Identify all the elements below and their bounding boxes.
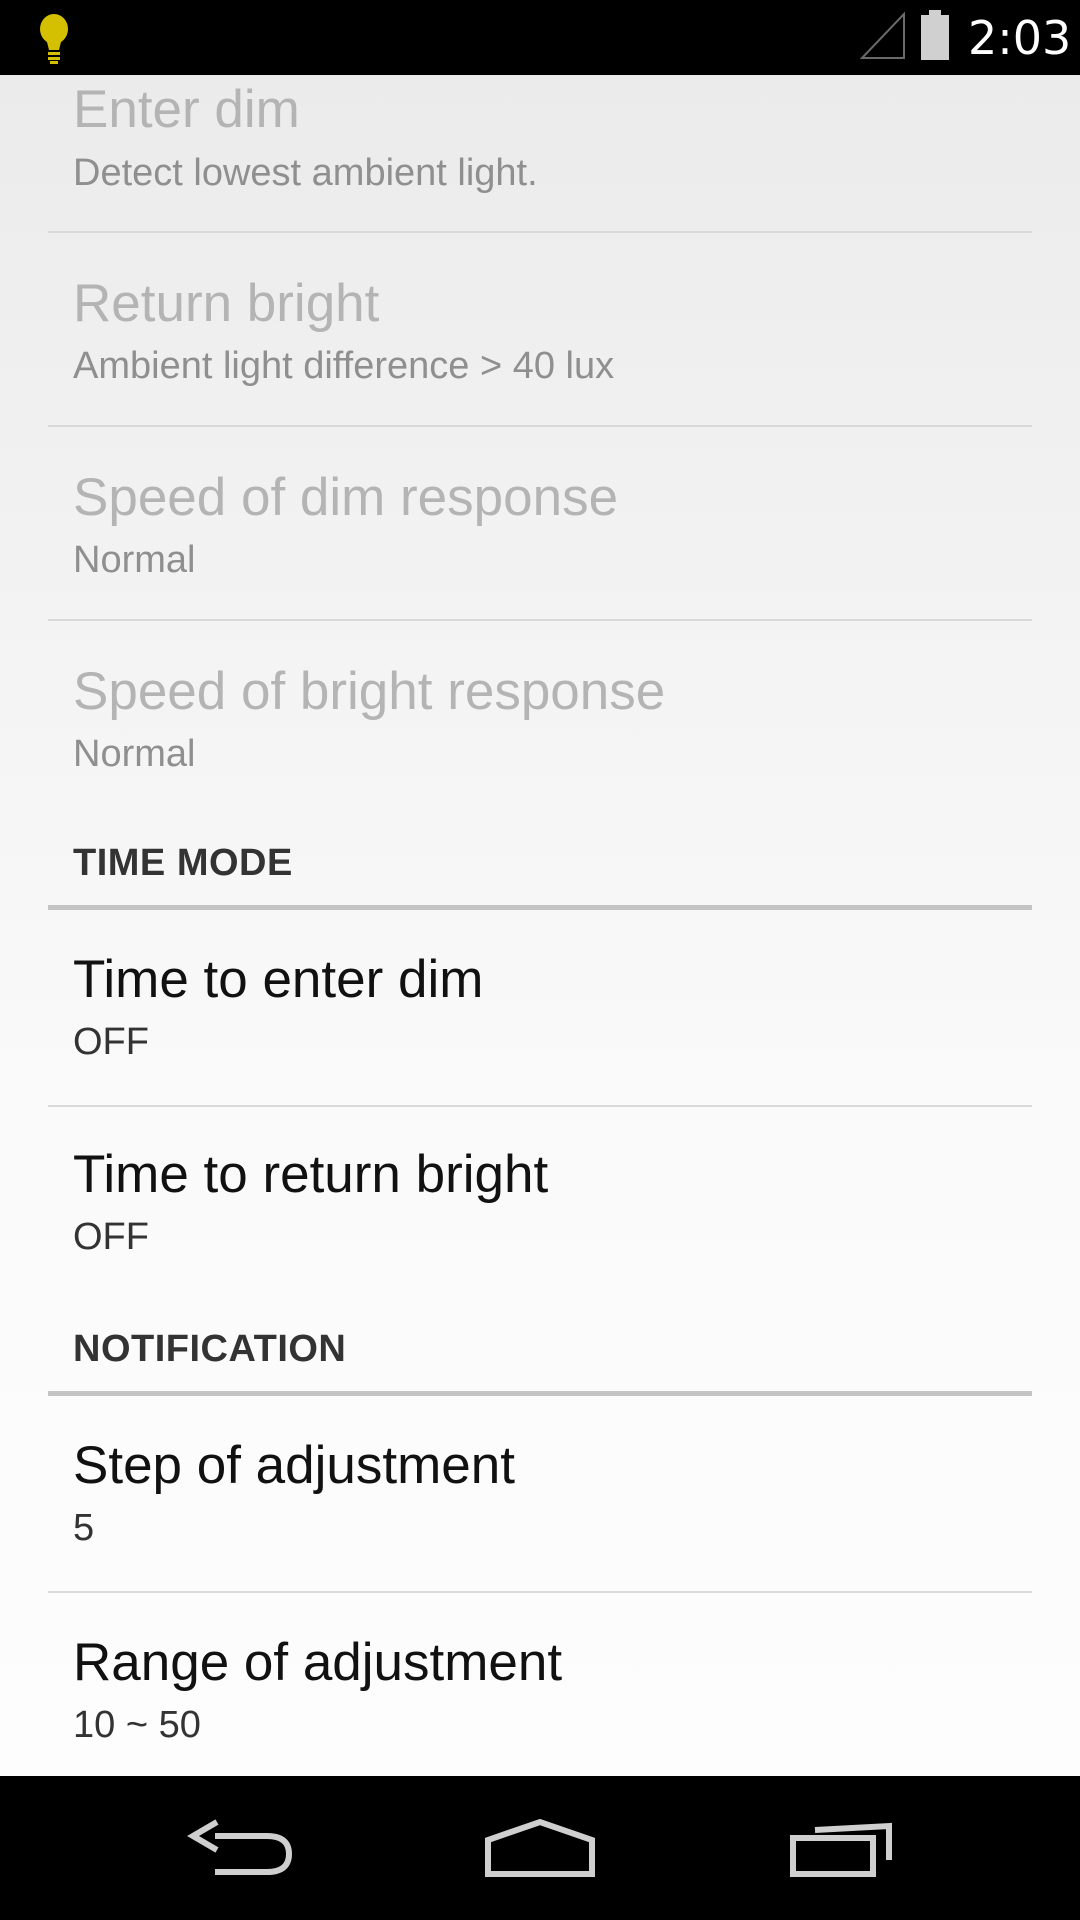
pref-return-bright-title: Return bright — [73, 274, 380, 333]
pref-step-summary: 5 — [73, 1507, 95, 1549]
pref-bright-speed-title: Speed of bright response — [73, 662, 666, 721]
back-icon — [187, 1819, 293, 1875]
pref-dim-speed-summary: Normal — [73, 539, 196, 581]
pref-time-to-enter-dim-title: Time to enter dim — [73, 950, 484, 1009]
pref-time-to-return-bright-summary: OFF — [73, 1216, 149, 1258]
pref-enter-dim-title: Enter dim — [73, 80, 300, 139]
pref-time-to-return-bright[interactable]: Time to return bright OFF — [48, 1107, 1032, 1297]
pref-range-of-adjustment[interactable]: Range of adjustment 10 ~ 50 — [48, 1593, 1032, 1776]
pref-time-to-return-bright-title: Time to return bright — [73, 1145, 549, 1204]
home-icon — [485, 1818, 595, 1877]
pref-enter-dim[interactable]: Enter dim Detect lowest ambient light. — [48, 75, 1032, 232]
pref-bright-speed-summary: Normal — [73, 733, 196, 775]
pref-time-to-enter-dim-summary: OFF — [73, 1021, 149, 1063]
pref-return-bright[interactable]: Return bright Ambient light difference >… — [48, 233, 1032, 424]
navigation-bar — [0, 1776, 1080, 1920]
battery-icon — [921, 10, 949, 60]
pref-step-of-adjustment[interactable]: Step of adjustment 5 — [48, 1396, 1032, 1586]
pref-enter-dim-summary: Detect lowest ambient light. — [73, 152, 538, 194]
pref-dim-speed-title: Speed of dim response — [73, 468, 619, 527]
pref-dim-speed[interactable]: Speed of dim response Normal — [48, 427, 1032, 618]
bulb-icon — [40, 14, 68, 64]
status-bar: 2:03 — [0, 0, 1080, 75]
recents-icon — [790, 1822, 892, 1877]
home-button[interactable] — [440, 1776, 640, 1920]
pref-bright-speed[interactable]: Speed of bright response Normal — [48, 621, 1032, 812]
recents-button[interactable] — [745, 1776, 945, 1920]
pref-range-title: Range of adjustment — [73, 1633, 563, 1692]
pref-range-summary: 10 ~ 50 — [73, 1704, 201, 1746]
settings-list[interactable]: Enter dim Detect lowest ambient light. R… — [0, 75, 1080, 1776]
pref-step-title: Step of adjustment — [73, 1436, 515, 1495]
pref-return-bright-summary: Ambient light difference > 40 lux — [73, 345, 615, 387]
back-button[interactable] — [140, 1776, 340, 1920]
section-header-notification: NOTIFICATION — [73, 1328, 347, 1370]
pref-time-to-enter-dim[interactable]: Time to enter dim OFF — [48, 910, 1032, 1100]
clock: 2:03 — [968, 11, 1072, 65]
section-header-time-mode: TIME MODE — [73, 842, 293, 884]
signal-icon — [860, 12, 905, 59]
